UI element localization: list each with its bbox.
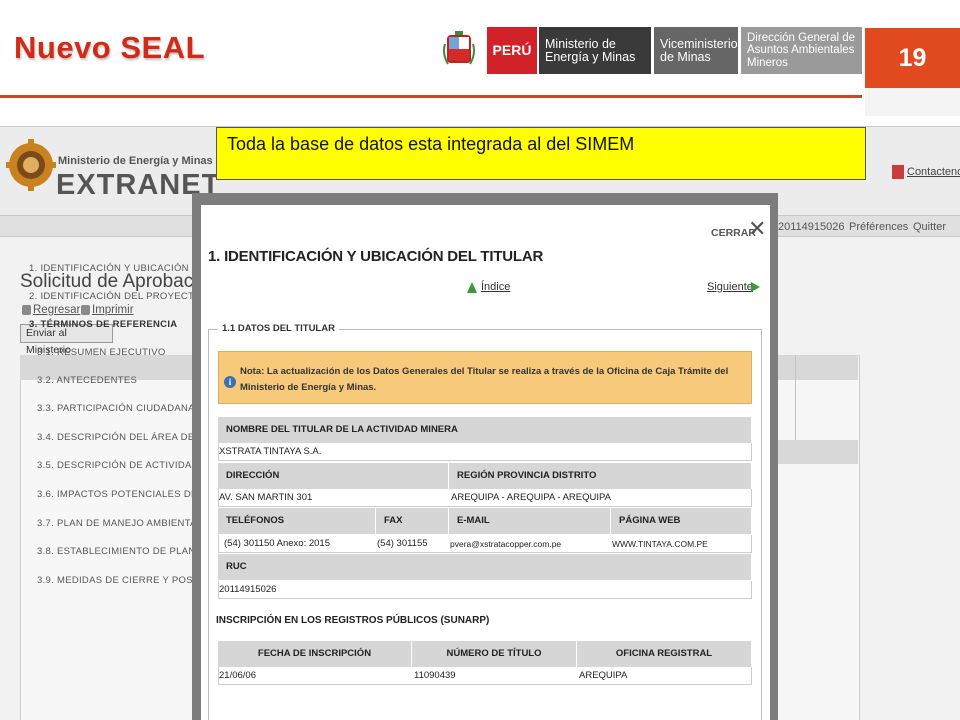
region-header: REGIÓN PROVINCIA DISTRITO [449, 463, 752, 489]
contact-link[interactable]: Contactenos [907, 166, 960, 178]
right-arrow-icon[interactable] [751, 282, 760, 292]
header-divider [0, 95, 862, 98]
phones-header: TELÉFONOS [218, 508, 376, 534]
index-item[interactable]: 3.1. RESUMEN EJECUTIVO [37, 347, 166, 358]
holder-name-value: XSTRATA TINTAYA S.A. [218, 443, 752, 461]
phones-value: (54) 301150 Anexo: 2015 [218, 535, 376, 553]
page-heading: Solicitud de Aprobación [20, 271, 219, 292]
index-item[interactable]: 3. TÉRMINOS DE REFERENCIA [29, 319, 177, 330]
sunarp-title: INSCRIPCIÓN EN LOS REGISTROS PÚBLICOS (S… [216, 615, 490, 626]
extranet-ministry-label: Ministerio de Energía y Minas [58, 155, 213, 167]
callout-note: Toda la base de datos esta integrada al … [216, 127, 866, 180]
index-item[interactable]: 3.4. DESCRIPCIÓN DEL ÁREA DEL PR [37, 432, 216, 443]
page-number: 19 [898, 44, 927, 72]
ruc-value: 20114915026 [218, 581, 752, 599]
address-header: DIRECCIÓN [218, 463, 449, 489]
nav-user-id: 20114915026 [778, 221, 845, 233]
fax-value: (54) 301155 [376, 535, 449, 553]
nav-quit-link[interactable]: Quitter [913, 221, 946, 233]
office-header: OFICINA REGISTRAL [577, 641, 752, 667]
fax-header: FAX [376, 508, 449, 534]
index-table-band [770, 440, 858, 464]
index-item[interactable]: 3.2. ANTECEDENTES [37, 375, 137, 386]
print-icon[interactable] [81, 305, 90, 315]
holder-identification-modal: CERRAR ✕ 1. IDENTIFICACIÓN Y UBICACIÓN D… [201, 205, 770, 720]
print-link[interactable]: Imprimir [92, 304, 134, 316]
page-number-strip [865, 88, 960, 116]
back-icon[interactable] [22, 305, 31, 315]
index-item[interactable]: 3.3. PARTICIPACIÓN CIUDADANA [37, 403, 195, 414]
index-item[interactable]: 2. IDENTIFICACIÓN DEL PROYECTO [29, 291, 202, 302]
email-header: E-MAIL [449, 508, 611, 534]
info-icon: i [224, 376, 236, 388]
back-link[interactable]: Regresar [33, 304, 80, 316]
ministry-brand-badge: Ministerio de Energía y Minas [539, 27, 651, 74]
close-icon[interactable]: ✕ [748, 219, 766, 241]
email-value: pvera@xstratacopper.com.pe [449, 535, 611, 553]
reg-date-value: 21/06/06 [218, 667, 412, 685]
web-value: WWW.TINTAYA.COM.PE [611, 535, 752, 553]
office-value: AREQUIPA [577, 667, 752, 685]
peru-brand-badge: PERÚ [487, 27, 537, 74]
modal-title: 1. IDENTIFICACIÓN Y UBICACIÓN DEL TITULA… [208, 248, 544, 265]
web-header: PÁGINA WEB [611, 508, 752, 534]
vice-ministry-brand-badge: Viceministerio de Minas [654, 27, 738, 74]
address-value: AV. SAN MARTIN 301 [218, 489, 449, 507]
index-item[interactable]: 3.5. DESCRIPCIÓN DE ACTIVIDADES [37, 460, 212, 471]
index-item[interactable]: 3.7. PLAN DE MANEJO AMBIENTAL [37, 518, 202, 529]
reg-date-header: FECHA DE INSCRIPCIÓN [218, 641, 412, 667]
index-table-column-divider [795, 355, 796, 440]
title-number-header: NÚMERO DE TÍTULO [412, 641, 577, 667]
region-value: AREQUIPA - AREQUIPA - AREQUIPA [449, 489, 752, 507]
contact-icon[interactable] [892, 165, 904, 179]
nav-preferences-link[interactable]: Préférences [849, 221, 908, 233]
holder-name-header: NOMBRE DEL TITULAR DE LA ACTIVIDAD MINER… [218, 417, 752, 443]
ministry-gear-logo-icon [6, 139, 56, 191]
slide-title: Nuevo SEAL [14, 30, 206, 65]
index-link[interactable]: Índice [481, 281, 510, 293]
section-legend: 1.1 DATOS DEL TITULAR [218, 323, 339, 334]
direction-brand-badge: Dirección General de Asuntos Ambientales… [741, 27, 862, 74]
title-number-value: 11090439 [412, 667, 577, 685]
up-arrow-icon[interactable] [467, 282, 477, 293]
next-link[interactable]: Siguiente [707, 281, 753, 293]
peru-coat-of-arms-icon [443, 31, 475, 65]
info-note-text: Nota: La actualización de los Datos Gene… [240, 366, 729, 393]
ruc-header: RUC [218, 554, 752, 580]
